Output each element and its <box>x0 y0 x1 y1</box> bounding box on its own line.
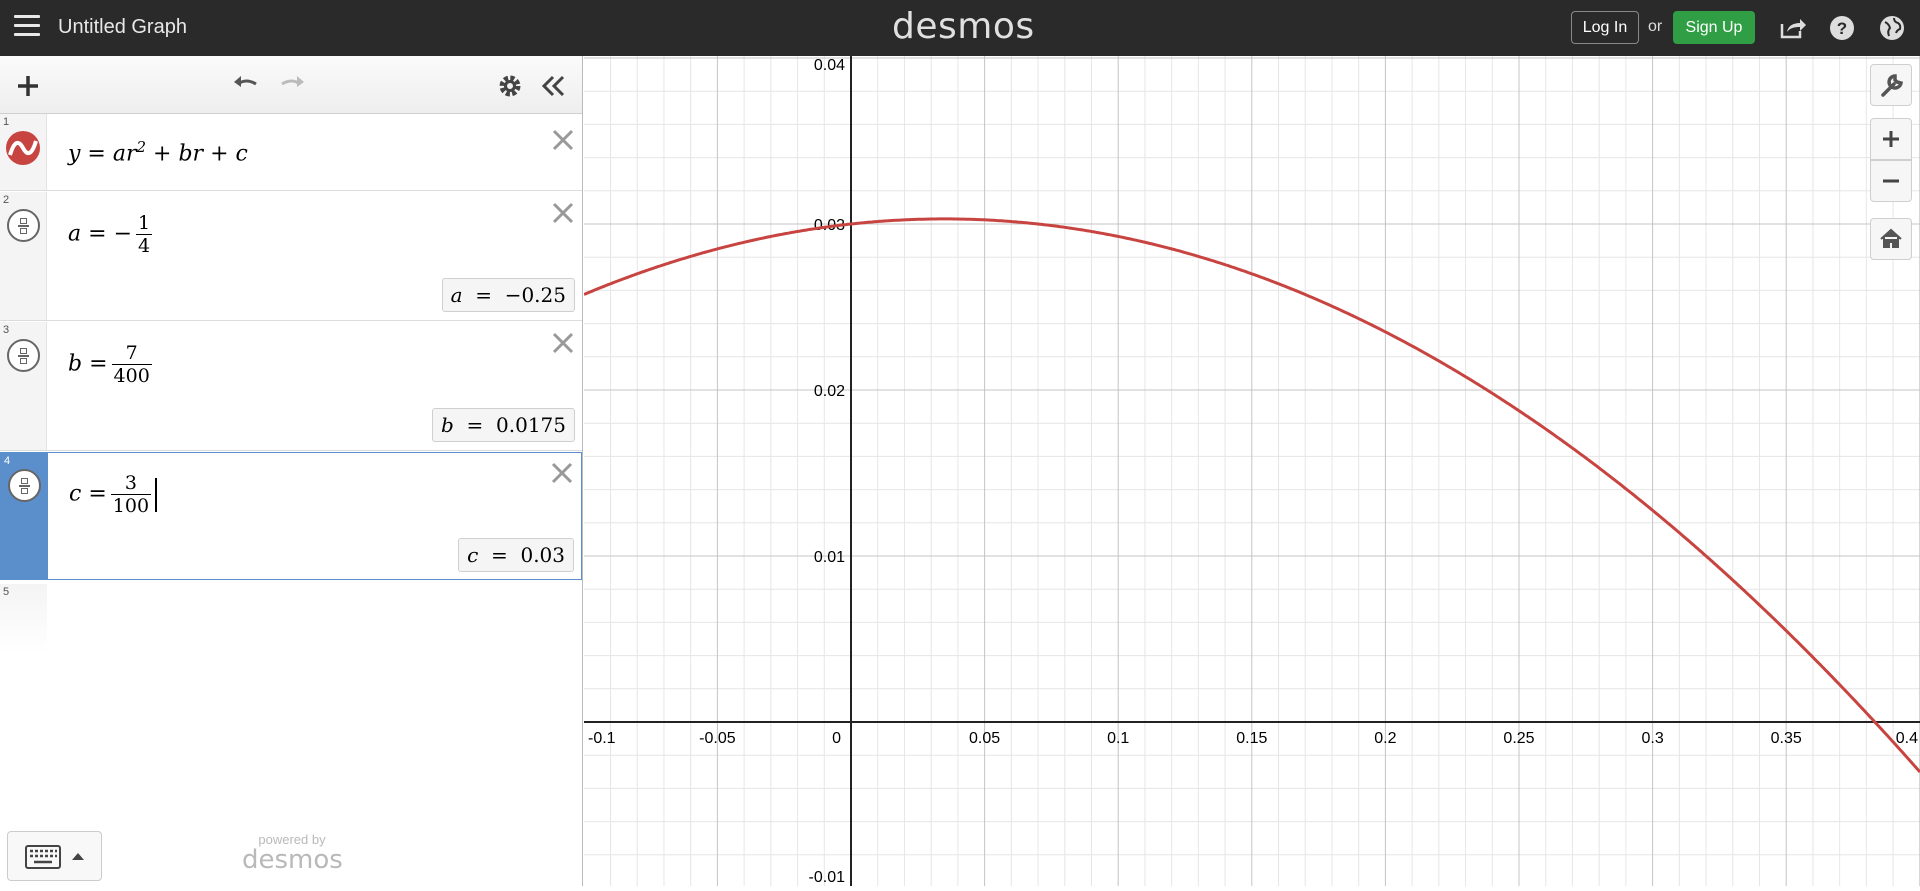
y-tick-label: -0.01 <box>809 869 846 886</box>
formula-y[interactable]: y = ar2 + br + c <box>68 138 248 166</box>
caret-up-icon <box>72 853 84 860</box>
svg-text:?: ? <box>1837 19 1847 38</box>
x-tick-label: -0.1 <box>588 730 616 747</box>
slider-icon[interactable] <box>7 339 40 372</box>
collapse-panel-icon[interactable] <box>538 70 570 102</box>
add-expression-icon[interactable] <box>12 70 44 102</box>
expression-index: 3 <box>3 324 10 336</box>
top-bar: Untitled Graph desmos Log In or Sign Up … <box>0 0 1920 56</box>
y-tick-label: 0.01 <box>814 549 845 566</box>
x-tick-label: 0 <box>832 730 841 747</box>
x-tick-label: 0.05 <box>969 730 1000 747</box>
desmos-logo: desmos <box>892 6 1035 47</box>
minus-icon <box>1883 179 1899 183</box>
expression-gutter: 3 <box>0 322 47 450</box>
expression-gutter: 1 <box>0 114 47 190</box>
graph-canvas[interactable]: -0.1 -0.05 0 0.05 0.1 0.15 0.2 0.25 0.3 0.35 0.4 0.… <box>583 56 1920 886</box>
wrench-icon <box>1881 74 1903 97</box>
expression-row-2[interactable]: 2 a = −1 4 a = −0.25 <box>0 192 582 321</box>
delete-expression-icon[interactable] <box>549 460 575 486</box>
expression-toolbar <box>0 56 582 114</box>
formula-a[interactable]: a = −1 4 <box>68 212 153 257</box>
redo-icon[interactable] <box>276 70 308 102</box>
globe-icon[interactable] <box>1878 14 1906 42</box>
home-icon <box>1880 228 1902 248</box>
delete-expression-icon[interactable] <box>550 200 576 226</box>
expression-index: 1 <box>3 116 10 128</box>
x-tick-label: 0.35 <box>1771 730 1802 747</box>
x-tick-label: 0.2 <box>1374 730 1396 747</box>
expression-gutter: 2 <box>0 192 47 320</box>
evaluation-b: b = 0.0175 <box>432 408 575 442</box>
y-tick-label: 0.02 <box>814 383 845 400</box>
x-tick-label: 0.25 <box>1503 730 1534 747</box>
settings-gear-icon[interactable] <box>494 70 526 102</box>
graph-paper[interactable]: -0.1 -0.05 0 0.05 0.1 0.15 0.2 0.25 0.3 0.35 0.4 0.… <box>583 56 1920 886</box>
or-label: or <box>1648 18 1663 35</box>
expression-gutter: 4 <box>1 453 48 579</box>
signup-button[interactable]: Sign Up <box>1673 11 1755 44</box>
menu-icon[interactable] <box>14 15 40 37</box>
evaluation-a: a = −0.25 <box>441 278 575 312</box>
expression-row-4[interactable]: 4 c = 3 100 c = 0.03 <box>0 452 582 580</box>
slider-icon[interactable] <box>8 469 41 502</box>
graph-settings-button[interactable] <box>1870 64 1912 106</box>
evaluation-c: c = 0.03 <box>458 538 574 572</box>
x-tick-label: 0.1 <box>1107 730 1129 747</box>
share-icon[interactable] <box>1778 14 1806 42</box>
x-tick-label: -0.05 <box>699 730 736 747</box>
default-viewport-button[interactable] <box>1870 218 1912 260</box>
expression-index: 4 <box>4 455 11 467</box>
login-button[interactable]: Log In <box>1571 11 1639 44</box>
formula-c[interactable]: c = 3 100 <box>69 472 157 517</box>
expression-index: 5 <box>3 586 10 598</box>
slider-icon[interactable] <box>7 209 40 242</box>
graph-title[interactable]: Untitled Graph <box>58 16 187 39</box>
expression-row-3[interactable]: 3 b = 7 400 b = 0.0175 <box>0 322 582 451</box>
x-tick-label: 0.3 <box>1641 730 1663 747</box>
text-cursor <box>155 477 157 512</box>
expression-panel: 1 y = ar2 + br + c 2 a = −14 a = −0.25 <box>0 56 583 886</box>
expression-gutter: 5 <box>0 584 47 654</box>
plus-icon <box>1883 131 1899 147</box>
y-tick-label: 0.04 <box>814 57 845 74</box>
undo-icon[interactable] <box>230 70 262 102</box>
powered-by-desmos[interactable]: powered by desmos <box>242 832 343 873</box>
major-gridlines <box>584 56 1920 886</box>
zoom-in-button[interactable] <box>1870 118 1912 160</box>
x-tick-label: 0.15 <box>1236 730 1267 747</box>
zoom-out-button[interactable] <box>1870 160 1912 202</box>
formula-b[interactable]: b = 7 400 <box>68 342 152 387</box>
x-tick-label: 0.4 <box>1896 730 1918 747</box>
graph-color-icon[interactable] <box>6 131 40 165</box>
keyboard-icon <box>25 845 61 869</box>
new-expression-row[interactable]: 5 <box>0 584 582 654</box>
keypad-toggle-button[interactable] <box>7 831 102 881</box>
expression-row-1[interactable]: 1 y = ar2 + br + c <box>0 114 582 191</box>
delete-expression-icon[interactable] <box>550 330 576 356</box>
help-icon[interactable]: ? <box>1828 14 1856 42</box>
expression-index: 2 <box>3 194 10 206</box>
tick-labels: -0.1 -0.05 0 0.05 0.1 0.15 0.2 0.25 0.3 0.35 0.4 0.… <box>588 57 1918 886</box>
delete-expression-icon[interactable] <box>550 127 576 153</box>
